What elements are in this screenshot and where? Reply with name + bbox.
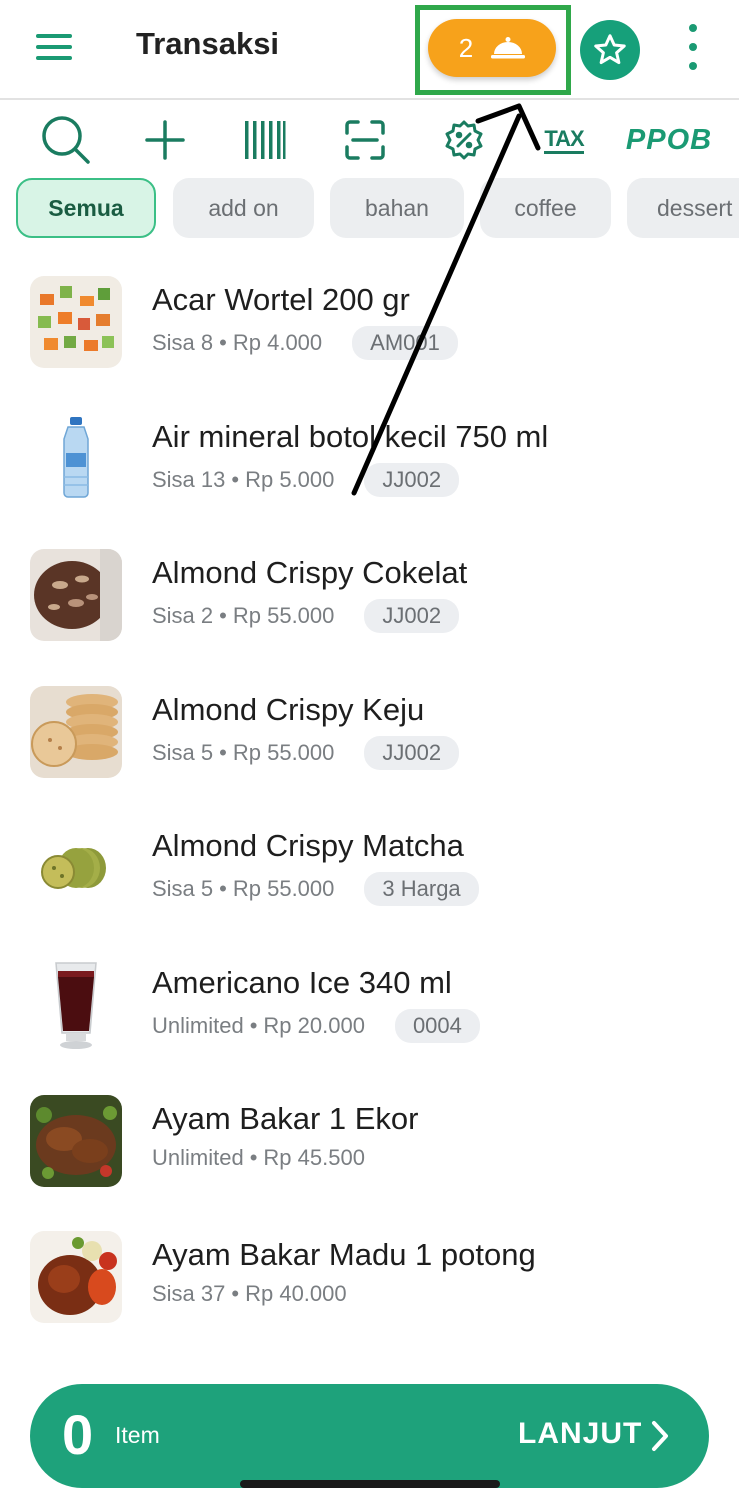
product-stock: Unlimited xyxy=(152,1013,244,1038)
meta-separator: • xyxy=(219,330,227,355)
product-row[interactable]: Almond Crispy Keju Sisa 5 • Rp 55.000 JJ… xyxy=(0,686,739,806)
product-name: Air mineral botol kecil 750 ml xyxy=(152,419,549,454)
product-price: Rp 40.000 xyxy=(245,1281,347,1306)
product-name: Almond Crispy Matcha xyxy=(152,828,464,863)
product-meta: Sisa 5 • Rp 55.000 3 Harga xyxy=(152,872,479,906)
product-meta: Unlimited • Rp 20.000 0004 xyxy=(152,1009,480,1043)
product-stock: Sisa 8 xyxy=(152,330,214,355)
product-image xyxy=(30,413,122,505)
product-code-tag: JJ002 xyxy=(364,736,460,770)
product-stock: Sisa 37 xyxy=(152,1281,226,1306)
product-price: Rp 5.000 xyxy=(245,467,335,492)
product-stock: Sisa 13 xyxy=(152,467,226,492)
product-price: Rp 55.000 xyxy=(232,876,335,901)
ppob-icon[interactable]: PPOB xyxy=(626,116,712,164)
product-row[interactable]: Americano Ice 340 ml Unlimited • Rp 20.0… xyxy=(0,959,739,1079)
meta-separator: • xyxy=(219,876,227,901)
cart-item-label: Item xyxy=(115,1422,160,1448)
star-icon xyxy=(594,34,626,65)
product-image xyxy=(30,959,122,1051)
chevron-right-icon xyxy=(652,1421,668,1451)
product-meta: Sisa 2 • Rp 55.000 JJ002 xyxy=(152,599,460,633)
product-code-tag: 3 Harga xyxy=(364,872,479,906)
product-stock: Unlimited xyxy=(152,1145,244,1170)
product-code-tag: JJ002 xyxy=(364,463,460,497)
meta-separator: • xyxy=(231,467,240,492)
product-name: Ayam Bakar Madu 1 potong xyxy=(152,1237,536,1272)
add-icon[interactable] xyxy=(142,116,188,164)
hamburger-icon[interactable] xyxy=(36,34,72,62)
meta-separator: • xyxy=(249,1145,258,1170)
meta-separator: • xyxy=(249,1013,258,1038)
product-code-tag: JJ002 xyxy=(364,599,460,633)
product-stock: Sisa 5 xyxy=(152,876,214,901)
product-meta: Unlimited • Rp 45.500 xyxy=(152,1145,365,1171)
barcode-icon[interactable] xyxy=(242,116,288,164)
tax-icon[interactable]: TAX xyxy=(540,116,588,164)
product-name: Acar Wortel 200 gr xyxy=(152,282,410,317)
product-meta: Sisa 13 • Rp 5.000 JJ002 xyxy=(152,463,460,497)
product-image xyxy=(30,822,122,914)
action-toolbar: TAX PPOB xyxy=(0,108,739,170)
category-filter: Semua add on bahan coffee dessert xyxy=(0,178,739,240)
product-name: Almond Crispy Cokelat xyxy=(152,555,468,590)
product-meta: Sisa 5 • Rp 55.000 JJ002 xyxy=(152,736,460,770)
favorites-button[interactable] xyxy=(580,20,640,80)
product-image xyxy=(30,549,122,641)
product-price: Rp 45.500 xyxy=(263,1145,365,1170)
product-image xyxy=(30,1231,122,1323)
product-image xyxy=(30,686,122,778)
annotation-highlight-box xyxy=(415,5,571,95)
product-row[interactable]: Air mineral botol kecil 750 ml Sisa 13 •… xyxy=(0,413,739,533)
category-chip-coffee[interactable]: coffee xyxy=(480,178,611,238)
category-chip-bahan[interactable]: bahan xyxy=(330,178,464,238)
page-title: Transaksi xyxy=(136,26,280,61)
next-button-label: LANJUT xyxy=(518,1417,643,1450)
product-name: Almond Crispy Keju xyxy=(152,692,425,727)
product-row[interactable]: Ayam Bakar 1 Ekor Unlimited • Rp 45.500 xyxy=(0,1095,739,1215)
product-code-tag: 0004 xyxy=(394,1009,480,1043)
more-vertical-icon[interactable] xyxy=(686,24,700,76)
category-chip-semua[interactable]: Semua xyxy=(16,178,156,238)
product-meta: Sisa 8 • Rp 4.000 AM001 xyxy=(152,326,458,360)
product-code-tag: AM001 xyxy=(352,326,458,360)
cart-item-count: 0 xyxy=(62,1403,94,1466)
category-chip-dessert[interactable]: dessert xyxy=(627,178,739,238)
tax-label: TAX xyxy=(544,126,585,154)
product-row[interactable]: Almond Crispy Cokelat Sisa 2 • Rp 55.000… xyxy=(0,549,739,669)
scan-icon[interactable] xyxy=(342,116,388,164)
product-name: Americano Ice 340 ml xyxy=(152,965,452,1000)
meta-separator: • xyxy=(231,1281,240,1306)
product-meta: Sisa 37 • Rp 40.000 xyxy=(152,1281,347,1307)
product-price: Rp 20.000 xyxy=(263,1013,365,1038)
product-price: Rp 4.000 xyxy=(232,330,323,355)
product-price: Rp 55.000 xyxy=(232,740,335,765)
search-icon[interactable] xyxy=(38,116,94,164)
checkout-bar[interactable]: 0 Item LANJUT xyxy=(30,1384,709,1488)
product-row[interactable]: Acar Wortel 200 gr Sisa 8 • Rp 4.000 AM0… xyxy=(0,276,739,396)
product-image xyxy=(30,1095,122,1187)
product-price: Rp 55.000 xyxy=(232,603,335,628)
ppob-label: PPOB xyxy=(625,123,713,156)
meta-separator: • xyxy=(219,603,227,628)
product-stock: Sisa 2 xyxy=(152,603,214,628)
product-row[interactable]: Almond Crispy Matcha Sisa 5 • Rp 55.000 … xyxy=(0,822,739,942)
category-chip-add-on[interactable]: add on xyxy=(173,178,314,238)
home-indicator xyxy=(240,1480,500,1488)
product-image xyxy=(30,276,122,368)
product-row[interactable]: Ayam Bakar Madu 1 potong Sisa 37 • Rp 40… xyxy=(0,1231,739,1351)
meta-separator: • xyxy=(219,740,227,765)
product-name: Ayam Bakar 1 Ekor xyxy=(152,1101,419,1136)
app-header: Transaksi 2 xyxy=(0,0,739,100)
discount-icon[interactable] xyxy=(442,116,486,164)
product-stock: Sisa 5 xyxy=(152,740,214,765)
